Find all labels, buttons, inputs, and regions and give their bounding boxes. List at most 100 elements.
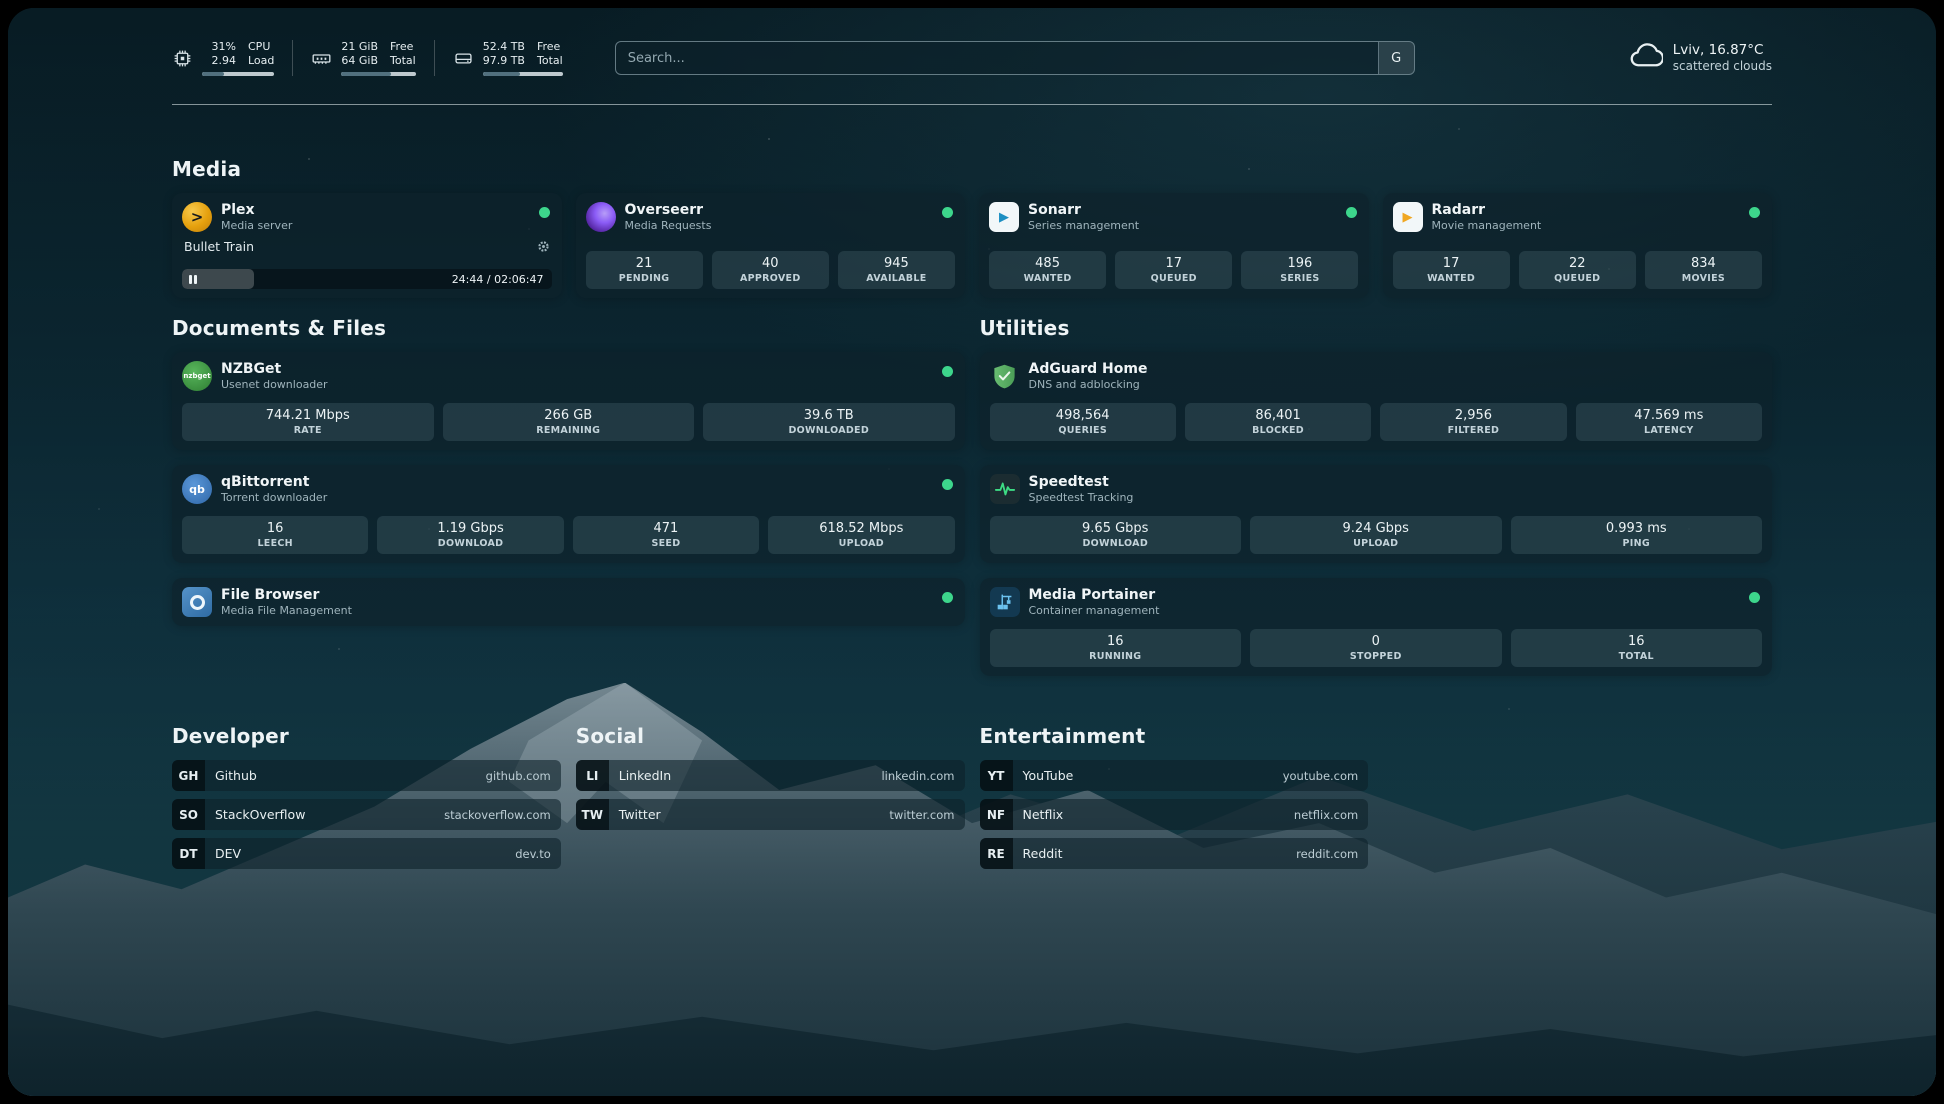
plex-link[interactable]: > Plex Media server (182, 202, 552, 232)
bookmark-abbr: GH (172, 760, 205, 791)
card-qbittorrent: qb qBittorrent Torrent downloader 16 LEE… (172, 465, 965, 563)
stat-download: 1.19 Gbps DOWNLOAD (377, 516, 563, 554)
stat-latency: 47.569 ms LATENCY (1576, 403, 1762, 441)
disk-widget: 52.4 TB 97.9 TB Free Total (435, 40, 581, 76)
nzbget-link[interactable]: nzbget NZBGet Usenet downloader (182, 361, 955, 391)
card-speedtest: Speedtest Speedtest Tracking 9.65 Gbps D… (980, 465, 1773, 563)
section-media: Media > Plex Media server Bullet Train (172, 157, 1772, 298)
portainer-name: Media Portainer (1029, 587, 1160, 604)
radarr-link[interactable]: ▶ Radarr Movie management (1393, 202, 1763, 232)
nzbget-name: NZBGet (221, 361, 328, 378)
section-title-utilities: Utilities (980, 316, 1773, 340)
status-dot (942, 366, 953, 377)
weather-location: Lviv, 16.87°C (1673, 42, 1772, 59)
qbittorrent-desc: Torrent downloader (221, 491, 327, 504)
plex-desc: Media server (221, 219, 292, 232)
stat-upload: 9.24 Gbps UPLOAD (1250, 516, 1502, 554)
pause-button[interactable] (189, 275, 197, 284)
card-radarr: ▶ Radarr Movie management 17 WANTED (1383, 193, 1773, 298)
stat-queued: 22 QUEUED (1519, 251, 1636, 289)
stat-leech: 16 LEECH (182, 516, 368, 554)
bookmark-name: Twitter (619, 807, 661, 822)
status-dot (1346, 207, 1357, 218)
bookmark-url: twitter.com (889, 808, 954, 822)
card-nzbget: nzbget NZBGet Usenet downloader 744.21 M… (172, 352, 965, 450)
bookmark-stackoverflow[interactable]: SO StackOverflow stackoverflow.com (172, 799, 561, 830)
cloud-icon (1629, 39, 1663, 77)
settings-gear-icon[interactable] (537, 240, 550, 253)
bookmark-group-title: Social (576, 724, 965, 748)
search-bar: G (615, 41, 1415, 75)
stat-download: 9.65 Gbps DOWNLOAD (990, 516, 1242, 554)
dashboard-screen: 31% 2.94 CPU Load (8, 8, 1936, 1096)
memory-widget: 21 GiB 64 GiB Free Total (293, 40, 434, 76)
bookmark-abbr: RE (980, 838, 1013, 869)
speedtest-icon (990, 474, 1020, 504)
qbittorrent-name: qBittorrent (221, 474, 327, 491)
search-provider-button[interactable]: G (1378, 42, 1414, 74)
cpu-percent: 31% (212, 40, 236, 54)
stat-series: 196 SERIES (1241, 251, 1358, 289)
card-sonarr: ▶ Sonarr Series management 485 WANTED (979, 193, 1369, 298)
stat-seed: 471 SEED (573, 516, 759, 554)
stat-blocked: 86,401 BLOCKED (1185, 403, 1371, 441)
cpu-widget: 31% 2.94 CPU Load (172, 40, 293, 76)
sonarr-link[interactable]: ▶ Sonarr Series management (989, 202, 1359, 232)
stat-movies: 834 MOVIES (1645, 251, 1762, 289)
status-dot (1749, 592, 1760, 603)
status-dot (942, 207, 953, 218)
section-utilities: Utilities (980, 316, 1773, 676)
bookmark-reddit[interactable]: RE Reddit reddit.com (980, 838, 1369, 869)
bookmark-name: DEV (215, 846, 241, 861)
filebrowser-link[interactable]: File Browser Media File Management (182, 587, 955, 617)
filebrowser-name: File Browser (221, 587, 352, 604)
stat-available: 945 AVAILABLE (838, 251, 955, 289)
plex-now-playing: Bullet Train (184, 239, 254, 254)
bookmark-twitter[interactable]: TW Twitter twitter.com (576, 799, 965, 830)
radarr-icon: ▶ (1393, 202, 1423, 232)
filebrowser-desc: Media File Management (221, 604, 352, 617)
bookmark-youtube[interactable]: YT YouTube youtube.com (980, 760, 1369, 791)
stat-approved: 40 APPROVED (712, 251, 829, 289)
bookmark-abbr: LI (576, 760, 609, 791)
card-overseerr: Overseerr Media Requests 21 PENDING 40 A… (576, 193, 966, 298)
cpu-label-top: CPU (248, 40, 274, 54)
stat-downloaded: 39.6 TB DOWNLOADED (703, 403, 955, 441)
sonarr-icon: ▶ (989, 202, 1019, 232)
bookmark-github[interactable]: GH Github github.com (172, 760, 561, 791)
stat-wanted: 485 WANTED (989, 251, 1106, 289)
adguard-link[interactable]: AdGuard Home DNS and adblocking (990, 361, 1763, 391)
overseerr-link[interactable]: Overseerr Media Requests (586, 202, 956, 232)
sonarr-desc: Series management (1028, 219, 1139, 232)
filebrowser-icon (182, 587, 212, 617)
weather-widget[interactable]: Lviv, 16.87°C scattered clouds (1629, 39, 1772, 77)
plex-progress-bar[interactable]: 24:44 / 02:06:47 (182, 269, 552, 289)
disk-icon (453, 48, 474, 69)
stat-queries: 498,564 QUERIES (990, 403, 1176, 441)
status-dot (1749, 207, 1760, 218)
portainer-link[interactable]: Media Portainer Container management (990, 587, 1763, 617)
bookmark-linkedin[interactable]: LI LinkedIn linkedin.com (576, 760, 965, 791)
search-input[interactable] (615, 41, 1415, 75)
bookmark-group-developer: Developer GH Github github.com SO StackO… (172, 724, 561, 877)
bookmark-netflix[interactable]: NF Netflix netflix.com (980, 799, 1369, 830)
memory-icon (311, 48, 332, 69)
bookmark-dev[interactable]: DT DEV dev.to (172, 838, 561, 869)
radarr-name: Radarr (1432, 202, 1542, 219)
nzbget-desc: Usenet downloader (221, 378, 328, 391)
cpu-label-bottom: Load (248, 54, 274, 68)
qbittorrent-link[interactable]: qb qBittorrent Torrent downloader (182, 474, 955, 504)
portainer-icon (990, 587, 1020, 617)
qbittorrent-icon: qb (182, 474, 212, 504)
overseerr-name: Overseerr (625, 202, 712, 219)
bookmark-group-social: Social LI LinkedIn linkedin.com TW Twitt… (576, 724, 965, 838)
memory-usage-bar (341, 72, 415, 76)
stat-wanted: 17 WANTED (1393, 251, 1510, 289)
card-portainer: Media Portainer Container management 16 … (980, 578, 1773, 676)
bookmarks: Developer GH Github github.com SO StackO… (172, 724, 1772, 877)
bookmark-name: Reddit (1023, 846, 1063, 861)
stat-queued: 17 QUEUED (1115, 251, 1232, 289)
cpu-usage-bar (202, 72, 274, 76)
speedtest-link[interactable]: Speedtest Speedtest Tracking (990, 474, 1763, 504)
topbar: 31% 2.94 CPU Load (172, 36, 1772, 80)
